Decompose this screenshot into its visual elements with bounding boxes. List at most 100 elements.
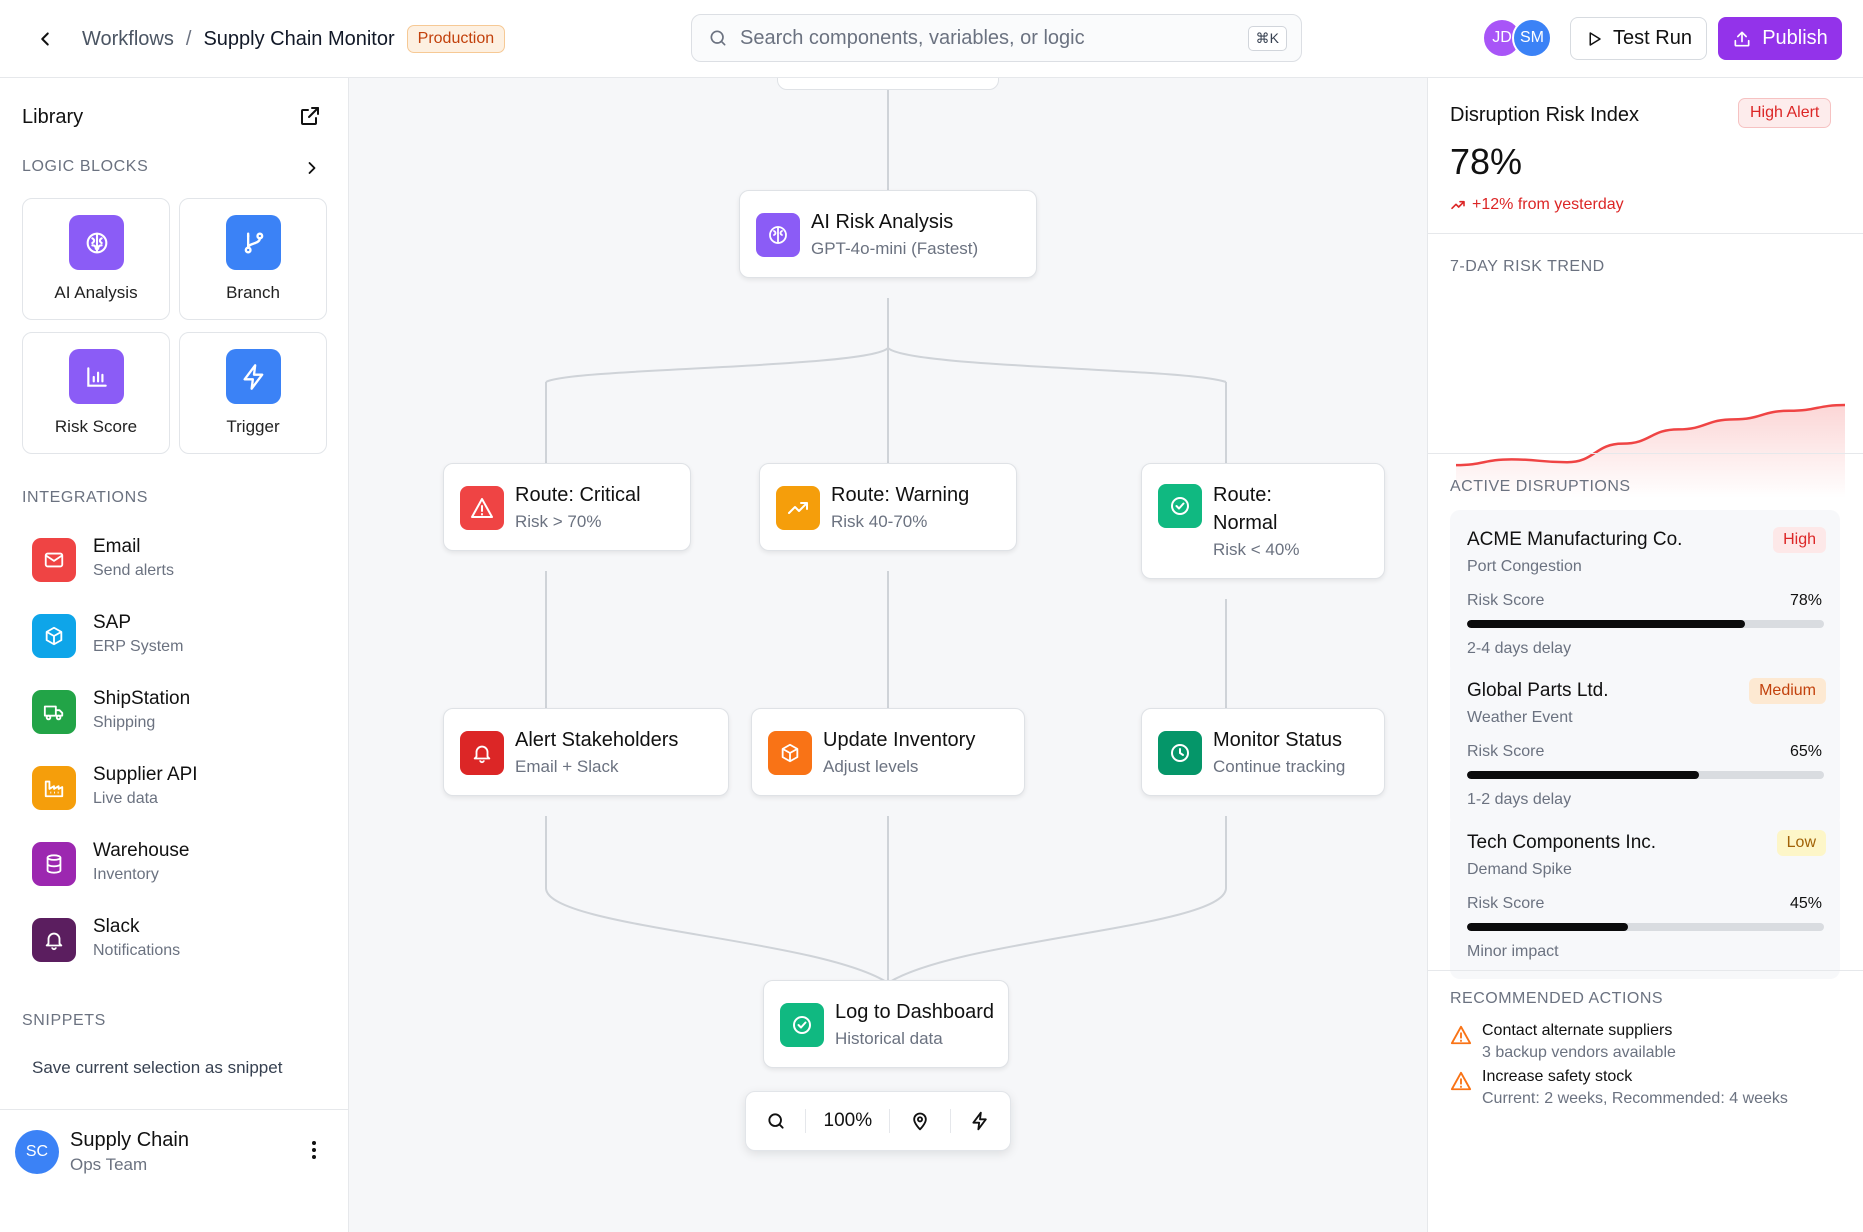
truck-icon [32, 690, 76, 734]
integration-sap[interactable]: SAP ERP System [30, 606, 320, 666]
disruption-card[interactable]: Tech Components Inc. Demand Spike Low Ri… [1450, 813, 1840, 979]
node-title: Log to Dashboard [835, 1001, 995, 1023]
search-box[interactable]: ⌘K [691, 14, 1302, 62]
risk-index-value: 78% [1450, 141, 1523, 182]
trending-up-icon [776, 486, 820, 530]
library-title: Library [22, 106, 84, 128]
integration-sub: Live data [93, 790, 158, 807]
integration-name: Email [93, 536, 141, 557]
factory-icon [32, 766, 76, 810]
actions-heading: RECOMMENDED ACTIONS [1450, 990, 1664, 1007]
workspace-name: Supply Chain [70, 1129, 189, 1151]
risk-bar-fill [1467, 620, 1746, 628]
alert-badge: High Alert [1738, 98, 1832, 128]
block-label: Risk Score [54, 417, 138, 436]
search-input[interactable] [740, 26, 1248, 50]
integration-name: Warehouse [93, 840, 190, 861]
integration-warehouse[interactable]: Warehouse Inventory [30, 834, 320, 894]
bell-icon [460, 731, 504, 775]
more-vertical-icon[interactable] [302, 1138, 326, 1162]
integration-shipstation[interactable]: ShipStation Shipping [30, 682, 320, 742]
disruption-card[interactable]: Global Parts Ltd. Weather Event Medium R… [1450, 661, 1840, 827]
zoom-search-button[interactable] [746, 1091, 805, 1151]
workflow-canvas[interactable]: AI Risk Analysis GPT-4o-mini (Fastest) R… [349, 78, 1427, 1232]
node-title: Alert Stakeholders [515, 729, 679, 751]
disruption-cause: Weather Event [1467, 709, 1573, 726]
publish-label: Publish [1762, 27, 1828, 49]
back-button[interactable] [28, 22, 62, 56]
node-subtitle: GPT-4o-mini (Fastest) [811, 239, 979, 258]
integration-name: Slack [93, 916, 140, 937]
save-snippet-link[interactable]: Save current selection as snippet [32, 1058, 282, 1078]
chevron-right-icon[interactable] [302, 158, 322, 178]
node-ai-risk-analysis[interactable]: AI Risk Analysis GPT-4o-mini (Fastest) [739, 190, 1037, 278]
risk-score-label: Risk Score [1467, 592, 1545, 609]
alert-triangle-icon [1450, 1025, 1472, 1045]
node-route-critical[interactable]: Route: Critical Risk > 70% [443, 463, 691, 551]
divider [1428, 233, 1863, 234]
block-branch[interactable]: Branch [179, 198, 327, 320]
mail-icon [32, 538, 76, 582]
database-icon [32, 842, 76, 886]
workspace-avatar[interactable]: SC [15, 1130, 59, 1174]
alert-triangle-icon [460, 486, 504, 530]
integration-email[interactable]: Email Send alerts [30, 530, 320, 590]
risk-index-title: Disruption Risk Index [1450, 104, 1639, 126]
supplier-name: Global Parts Ltd. [1467, 680, 1609, 701]
node-update-inventory[interactable]: Update Inventory Adjust levels [751, 708, 1025, 796]
integration-name: ShipStation [93, 688, 191, 709]
chevron-left-icon [41, 32, 49, 46]
disruptions-heading: ACTIVE DISRUPTIONS [1450, 478, 1631, 495]
supplier-name: Tech Components Inc. [1467, 832, 1657, 853]
integrations-heading: INTEGRATIONS [22, 489, 149, 506]
block-ai-analysis[interactable]: AI Analysis [22, 198, 170, 320]
node-log-to-dashboard[interactable]: Log to Dashboard Historical data [763, 980, 1009, 1068]
risk-bar [1467, 923, 1824, 931]
locate-button[interactable] [890, 1091, 949, 1151]
integration-sub: Inventory [93, 866, 159, 883]
node-title: Update Inventory [823, 729, 976, 751]
box-icon [768, 731, 812, 775]
node-route-normal[interactable]: Route: Normal Risk < 40% [1141, 463, 1385, 579]
node-route-warning[interactable]: Route: Warning Risk 40-70% [759, 463, 1017, 551]
block-risk-score[interactable]: Risk Score [22, 332, 170, 454]
snippets-heading: SNIPPETS [22, 1012, 106, 1029]
node-subtitle: Risk < 40% [1213, 540, 1300, 559]
node-alert-stakeholders[interactable]: Alert Stakeholders Email + Slack [443, 708, 729, 796]
test-run-button[interactable]: Test Run [1570, 17, 1707, 60]
bell-icon [32, 918, 76, 962]
library-sidebar: Library LOGIC BLOCKS AI Analysis Branch … [0, 78, 349, 1232]
recommended-action[interactable]: Contact alternate suppliers 3 backup ven… [1450, 1022, 1850, 1066]
zap-icon [226, 349, 281, 404]
risk-score-label: Risk Score [1467, 895, 1545, 912]
publish-button[interactable]: Publish [1718, 17, 1842, 60]
avatar[interactable]: SM [1512, 18, 1552, 58]
zoom-level[interactable]: 100% [806, 1110, 889, 1132]
check-circle-icon [1158, 484, 1202, 528]
node-subtitle: Risk > 70% [515, 512, 602, 531]
disruption-cause: Port Congestion [1467, 558, 1582, 575]
node-title: Monitor Status [1213, 729, 1342, 751]
trend-heading: 7-DAY RISK TREND [1450, 258, 1605, 275]
breadcrumb-workflows-link[interactable]: Workflows [82, 28, 174, 51]
external-link-icon[interactable] [298, 104, 322, 128]
integration-supplier-api[interactable]: Supplier API Live data [30, 758, 320, 818]
alert-triangle-icon [1450, 1071, 1472, 1091]
disruption-card[interactable]: ACME Manufacturing Co. Port Congestion H… [1450, 510, 1840, 676]
recommended-action[interactable]: Increase safety stock Current: 2 weeks, … [1450, 1068, 1850, 1112]
risk-bar [1467, 620, 1824, 628]
integration-sub: Shipping [93, 714, 156, 731]
collaborator-avatars: JD SM [1482, 18, 1552, 58]
delay-text: 2-4 days delay [1467, 640, 1572, 657]
divider [1428, 453, 1863, 454]
integration-slack[interactable]: Slack Notifications [30, 910, 320, 970]
node-monitor-status[interactable]: Monitor Status Continue tracking [1141, 708, 1385, 796]
block-trigger[interactable]: Trigger [179, 332, 327, 454]
severity-badge: Low [1776, 830, 1826, 856]
risk-bar [1467, 771, 1824, 779]
risk-score-value: 78% [1789, 592, 1822, 609]
auto-layout-button[interactable] [951, 1091, 1010, 1151]
trigger-node-partial[interactable] [777, 78, 999, 90]
integration-sub: Send alerts [93, 562, 174, 579]
block-label: Trigger [226, 417, 280, 436]
